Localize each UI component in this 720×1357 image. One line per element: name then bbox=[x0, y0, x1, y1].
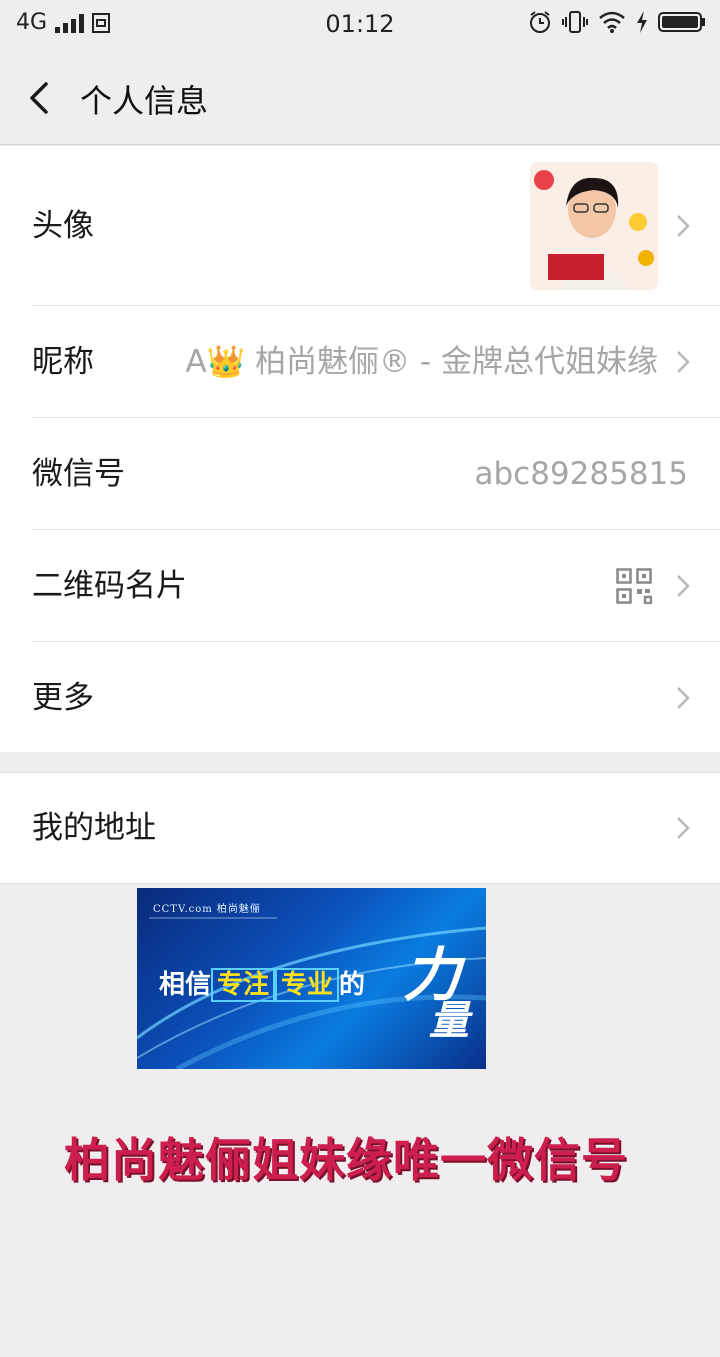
avatar[interactable] bbox=[530, 162, 658, 290]
nickname-label: 昵称 bbox=[32, 344, 94, 380]
address-row[interactable]: 我的地址 bbox=[0, 773, 720, 883]
chevron-right-icon bbox=[677, 687, 690, 709]
banner-big-char-2: 量 bbox=[429, 997, 469, 1044]
qr-code-row[interactable]: 二维码名片 bbox=[0, 530, 720, 642]
wifi-icon bbox=[599, 11, 625, 33]
address-label: 我的地址 bbox=[32, 810, 156, 846]
address-group: 我的地址 bbox=[0, 772, 720, 884]
wechat-id-value: abc89285815 bbox=[474, 456, 688, 492]
status-right bbox=[528, 10, 706, 34]
alarm-icon bbox=[530, 11, 550, 33]
more-label: 更多 bbox=[32, 680, 94, 716]
profile-group: 头像 昵称 A👑 柏尚魅俪® - 金牌总代姐妹缘 微信号 abc89285815… bbox=[0, 146, 720, 752]
banner-prefix: 相信 bbox=[159, 970, 212, 1000]
chevron-right-icon bbox=[677, 575, 690, 597]
page-title: 个人信息 bbox=[80, 82, 209, 120]
chevron-right-icon bbox=[677, 351, 690, 373]
overlay-slogan: 柏尚魅俪姐妹缘唯一微信号 bbox=[64, 1133, 628, 1187]
charging-icon bbox=[637, 11, 647, 33]
banner-highlight-2: 专业 bbox=[275, 968, 340, 1002]
nickname-value: A👑 柏尚魅俪® - 金牌总代姐妹缘 bbox=[185, 344, 658, 380]
more-row[interactable]: 更多 bbox=[0, 642, 720, 754]
wechat-id-label: 微信号 bbox=[32, 456, 125, 492]
wechat-id-row[interactable]: 微信号 abc89285815 bbox=[0, 418, 720, 530]
banner-suffix: 的 bbox=[339, 970, 366, 1000]
banner-highlight-1: 专注 bbox=[211, 968, 276, 1002]
qr-code-label: 二维码名片 bbox=[32, 568, 187, 604]
banner-header: CCTV.com 柏尚魅俪 bbox=[153, 904, 261, 915]
nickname-row[interactable]: 昵称 A👑 柏尚魅俪® - 金牌总代姐妹缘 bbox=[0, 306, 720, 418]
status-bar: 4G 01:12 bbox=[0, 0, 720, 50]
chevron-right-icon bbox=[677, 817, 690, 839]
avatar-label: 头像 bbox=[32, 208, 94, 244]
chevron-right-icon bbox=[677, 215, 690, 237]
avatar-row[interactable]: 头像 bbox=[0, 146, 720, 306]
battery-icon bbox=[658, 12, 705, 32]
nav-bar: 个人信息 bbox=[0, 50, 720, 145]
banner-slogan: 相信 专注 专业的 bbox=[159, 964, 366, 1002]
qr-code-icon bbox=[616, 568, 652, 604]
vibrate-icon bbox=[562, 11, 588, 33]
promo-banner: CCTV.com 柏尚魅俪 相信 专注 专业的 力 量 bbox=[137, 888, 486, 1069]
back-arrow-icon[interactable] bbox=[24, 78, 60, 118]
